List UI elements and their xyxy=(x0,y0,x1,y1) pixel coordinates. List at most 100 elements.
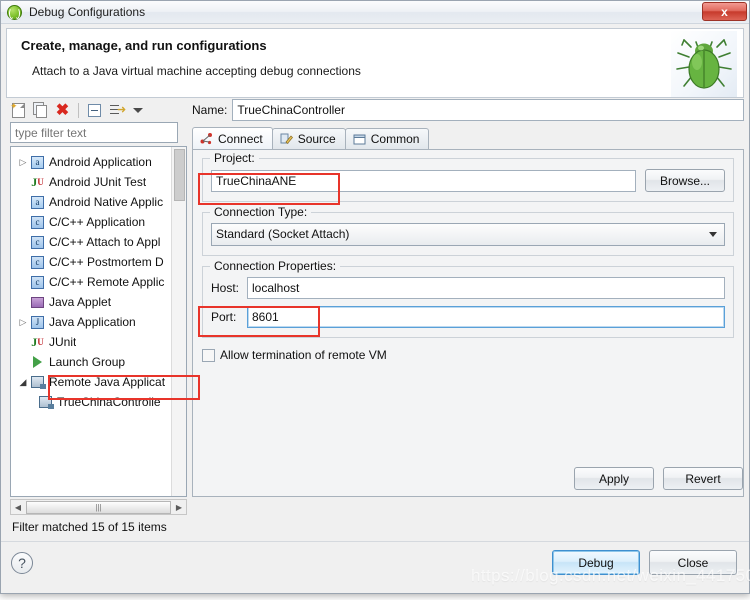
tree-item-label: C/C++ Postmortem D xyxy=(49,255,164,269)
tree-vertical-scrollbar[interactable] xyxy=(171,147,186,496)
android-icon: a xyxy=(29,155,46,169)
copy-icon[interactable] xyxy=(32,101,49,119)
launch-configuration-tree[interactable]: ▷ a Android Application JU Android JUnit… xyxy=(10,146,187,497)
tree-item-android-native-application[interactable]: a Android Native Applic xyxy=(11,192,186,212)
connect-tab-panel: Project: Browse... Connection Type: Stan… xyxy=(192,149,744,497)
tab-label: Source xyxy=(297,132,336,146)
connection-properties-label: Connection Properties: xyxy=(210,259,341,273)
twisty-collapsed-icon[interactable]: ▷ xyxy=(17,157,29,168)
remote-java-icon xyxy=(37,396,54,409)
tree-item-label: Remote Java Applicat xyxy=(49,375,166,389)
tree-item-label: C/C++ Attach to Appl xyxy=(49,235,161,249)
filter-status-text: Filter matched 15 of 15 items xyxy=(12,520,167,534)
tree-item-java-applet[interactable]: Java Applet xyxy=(11,292,186,312)
tree-item-truechinacontroller[interactable]: TrueChinaControlle xyxy=(11,392,186,412)
dialog-title: Debug Configurations xyxy=(29,5,146,19)
new-document-icon[interactable]: ✦ xyxy=(10,101,27,119)
cpp-icon: c xyxy=(29,235,46,249)
connection-type-row: Standard (Socket Attach) xyxy=(211,223,725,246)
connection-type-label: Connection Type: xyxy=(210,205,312,219)
tree-item-label: Android Native Applic xyxy=(49,195,164,209)
tree-toolbar: ✦ ✖ ➜ xyxy=(6,98,187,122)
chevron-down-icon[interactable] xyxy=(130,102,147,119)
tree-item-label: Android Application xyxy=(49,155,152,169)
launch-group-icon xyxy=(29,356,46,368)
browse-button[interactable]: Browse... xyxy=(645,169,725,192)
config-tabs: Connect Source Common xyxy=(192,127,744,149)
twisty-expanded-icon[interactable]: ◢ xyxy=(17,377,29,388)
connection-type-value: Standard (Socket Attach) xyxy=(216,227,350,241)
allow-termination-checkbox[interactable] xyxy=(202,348,215,362)
connection-properties-group: Connection Properties: Host: Port: xyxy=(202,259,734,338)
filter-input[interactable] xyxy=(10,122,178,143)
tree-item-cpp-remote-application[interactable]: c C/C++ Remote Applic xyxy=(11,272,186,292)
connect-icon xyxy=(200,132,213,145)
tree-item-label: C/C++ Application xyxy=(49,215,146,229)
tree-horizontal-scrollbar[interactable]: ◀ ||| ▶ xyxy=(10,499,187,515)
dialog-header: Create, manage, and run configurations A… xyxy=(6,28,744,98)
tab-connect[interactable]: Connect xyxy=(192,127,273,149)
tree-item-android-application[interactable]: ▷ a Android Application xyxy=(11,152,186,172)
tree-item-cpp-application[interactable]: c C/C++ Application xyxy=(11,212,186,232)
tree-item-cpp-postmortem-debugger[interactable]: c C/C++ Postmortem D xyxy=(11,252,186,272)
host-input[interactable] xyxy=(247,277,725,299)
android-icon: a xyxy=(29,195,46,209)
tree-item-label: Java Applet xyxy=(49,295,112,309)
filter-icon[interactable]: ➜ xyxy=(108,102,126,119)
chevron-down-icon xyxy=(709,232,717,237)
dialog-titlebar: Debug Configurations x xyxy=(1,1,749,24)
project-group: Project: Browse... xyxy=(202,151,734,202)
header-subheading: Attach to a Java virtual machine accepti… xyxy=(32,64,361,78)
tree-item-launch-group[interactable]: Launch Group xyxy=(11,352,186,372)
twisty-collapsed-icon[interactable]: ▷ xyxy=(17,317,29,328)
header-heading: Create, manage, and run configurations xyxy=(21,38,267,53)
help-button[interactable]: ? xyxy=(11,552,33,574)
tab-label: Connect xyxy=(218,131,263,146)
connection-type-group: Connection Type: Standard (Socket Attach… xyxy=(202,205,734,256)
scrollbar-thumb[interactable] xyxy=(174,149,185,201)
source-icon xyxy=(280,133,293,146)
port-input[interactable] xyxy=(247,306,725,328)
tree-item-label: Java Application xyxy=(49,315,136,329)
tree-items-container: ▷ a Android Application JU Android JUnit… xyxy=(11,147,186,412)
connection-type-select[interactable]: Standard (Socket Attach) xyxy=(211,223,725,246)
project-row: Browse... xyxy=(211,169,725,192)
name-row: Name: xyxy=(192,98,744,122)
project-input[interactable] xyxy=(211,169,636,192)
apply-revert-buttons: Apply Revert xyxy=(574,467,743,490)
tab-common[interactable]: Common xyxy=(344,128,430,149)
scrollbar-thumb[interactable]: ||| xyxy=(26,500,171,514)
scroll-left-button[interactable]: ◀ xyxy=(11,503,25,512)
launch-configuration-tree-panel: ✦ ✖ ➜ type filter text ▷ a Android Appli… xyxy=(6,98,187,535)
configuration-editor-panel: Name: Connect xyxy=(192,98,744,535)
tree-item-label: C/C++ Remote Applic xyxy=(49,275,165,289)
revert-button[interactable]: Revert xyxy=(663,467,743,490)
allow-termination-label: Allow termination of remote VM xyxy=(220,348,387,362)
java-app-icon: J xyxy=(29,315,46,329)
tree-item-remote-java-application[interactable]: ◢ Remote Java Applicat xyxy=(11,372,186,392)
tree-item-label: Android JUnit Test xyxy=(49,175,147,189)
allow-termination-row[interactable]: Allow termination of remote VM xyxy=(202,348,734,362)
toolbar-separator xyxy=(78,102,79,118)
tree-item-label: JUnit xyxy=(49,335,77,349)
tree-item-junit[interactable]: JU JUnit xyxy=(11,332,186,352)
cpp-icon: c xyxy=(29,255,46,269)
bug-icon xyxy=(671,31,737,97)
remote-java-icon xyxy=(29,376,46,389)
tree-item-java-application[interactable]: ▷ J Java Application xyxy=(11,312,186,332)
cpp-icon: c xyxy=(29,215,46,229)
collapse-all-icon[interactable] xyxy=(86,102,103,119)
tree-item-android-junit-test[interactable]: JU Android JUnit Test xyxy=(11,172,186,192)
host-label: Host: xyxy=(211,281,240,295)
name-label: Name: xyxy=(192,103,228,117)
name-input[interactable] xyxy=(232,99,744,121)
delete-x-icon[interactable]: ✖ xyxy=(54,102,71,119)
scroll-right-button[interactable]: ▶ xyxy=(172,503,186,512)
apply-button[interactable]: Apply xyxy=(574,467,654,490)
junit-icon: JU xyxy=(31,174,44,189)
debug-icon xyxy=(7,4,22,20)
tree-item-label: Launch Group xyxy=(49,355,126,369)
tab-source[interactable]: Source xyxy=(271,128,346,149)
close-window-button[interactable]: x xyxy=(702,2,747,21)
tree-item-cpp-attach-to-application[interactable]: c C/C++ Attach to Appl xyxy=(11,232,186,252)
